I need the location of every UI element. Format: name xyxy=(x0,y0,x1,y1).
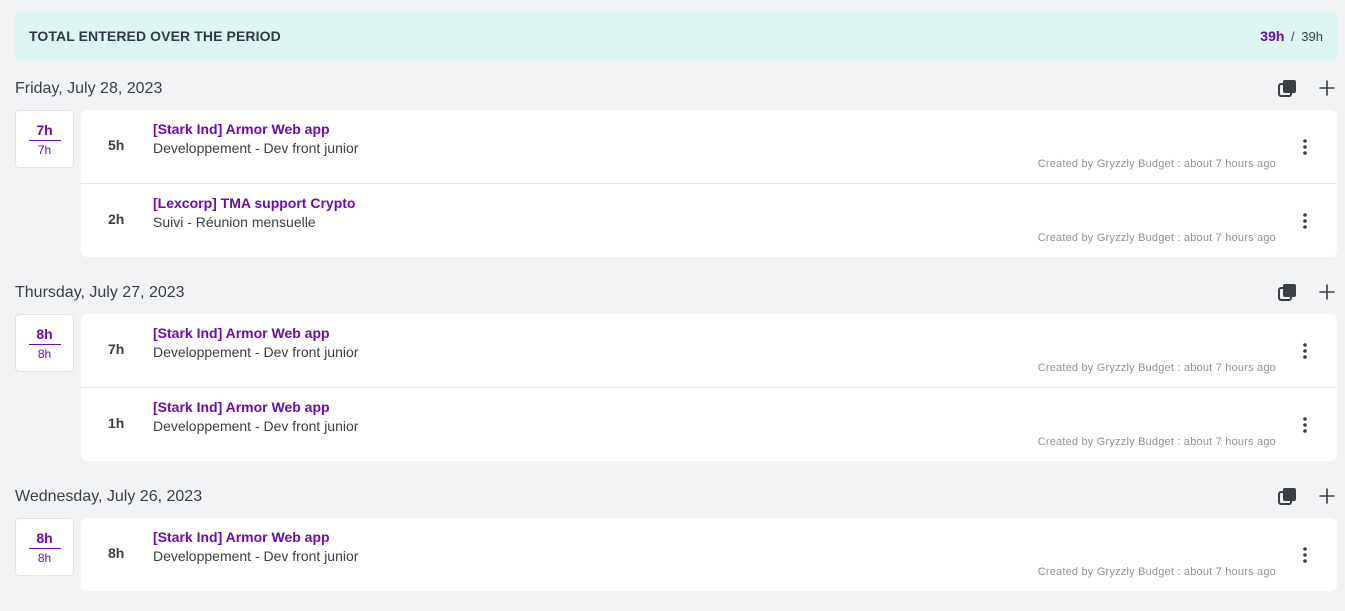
day-group: Thursday, July 27, 2023 8h 8h 7h [Stark … xyxy=(15,274,1337,461)
entry-hours: 5h xyxy=(108,137,125,153)
day-entered-hours: 8h xyxy=(36,326,53,342)
day-total-badge: 8h 8h xyxy=(15,518,74,576)
period-total-expected: 39h xyxy=(1301,29,1323,44)
entry-hours: 8h xyxy=(108,545,125,561)
duplicate-icon[interactable] xyxy=(1277,486,1297,506)
more-vertical-icon[interactable] xyxy=(1295,545,1315,565)
entry-project[interactable]: [Stark Ind] Armor Web app xyxy=(153,529,330,545)
entry-created-by: Created by Gryzzly Budget : about 7 hour… xyxy=(1037,362,1276,374)
day-actions xyxy=(1277,282,1337,302)
entry-project[interactable]: [Lexcorp] TMA support Crypto xyxy=(153,195,355,211)
entry-project[interactable]: [Stark Ind] Armor Web app xyxy=(153,399,330,415)
plus-icon[interactable] xyxy=(1317,282,1337,302)
entry-task: Developpement - Dev front junior xyxy=(153,548,359,564)
plus-icon[interactable] xyxy=(1317,78,1337,98)
entry-created-by: Created by Gryzzly Budget : about 7 hour… xyxy=(1037,566,1276,578)
badge-divider xyxy=(28,140,61,141)
entry-hours: 7h xyxy=(108,341,125,357)
entry-hours: 2h xyxy=(108,211,125,227)
day-header: Wednesday, July 26, 2023 xyxy=(15,478,1337,518)
day-entries: 7h [Stark Ind] Armor Web app Developpeme… xyxy=(81,314,1337,461)
day-actions xyxy=(1277,486,1337,506)
entry-created-by: Created by Gryzzly Budget : about 7 hour… xyxy=(1037,436,1276,448)
more-vertical-icon[interactable] xyxy=(1295,211,1315,231)
day-expected-hours: 8h xyxy=(37,347,52,361)
period-total-entered: 39h xyxy=(1260,28,1285,44)
entry-project[interactable]: [Stark Ind] Armor Web app xyxy=(153,121,330,137)
day-group: Friday, July 28, 2023 7h 7h 5h [Stark In… xyxy=(15,70,1337,257)
plus-icon[interactable] xyxy=(1317,486,1337,506)
day-total-badge: 8h 8h xyxy=(15,314,74,372)
day-expected-hours: 8h xyxy=(37,551,52,565)
more-vertical-icon[interactable] xyxy=(1295,415,1315,435)
day-date: Friday, July 28, 2023 xyxy=(15,80,163,97)
day-date: Wednesday, July 26, 2023 xyxy=(15,488,203,505)
time-entry[interactable]: 1h [Stark Ind] Armor Web app Developpeme… xyxy=(81,388,1337,461)
entry-hours: 1h xyxy=(108,415,125,431)
entry-project[interactable]: [Stark Ind] Armor Web app xyxy=(153,325,330,341)
more-vertical-icon[interactable] xyxy=(1295,137,1315,157)
badge-divider xyxy=(28,548,61,549)
day-actions xyxy=(1277,78,1337,98)
time-entry[interactable]: 2h [Lexcorp] TMA support Crypto Suivi - … xyxy=(81,184,1337,257)
day-date: Thursday, July 27, 2023 xyxy=(15,284,185,301)
entry-task: Developpement - Dev front junior xyxy=(153,344,359,360)
more-vertical-icon[interactable] xyxy=(1295,341,1315,361)
day-entries: 8h [Stark Ind] Armor Web app Developpeme… xyxy=(81,518,1337,591)
time-entry[interactable]: 5h [Stark Ind] Armor Web app Developpeme… xyxy=(81,110,1337,184)
time-entry[interactable]: 8h [Stark Ind] Armor Web app Developpeme… xyxy=(81,518,1337,591)
day-header: Friday, July 28, 2023 xyxy=(15,70,1337,110)
period-total-value: 39h / 39h xyxy=(1260,28,1323,44)
day-header: Thursday, July 27, 2023 xyxy=(15,274,1337,314)
duplicate-icon[interactable] xyxy=(1277,78,1297,98)
day-entered-hours: 8h xyxy=(36,530,53,546)
period-total-banner: TOTAL ENTERED OVER THE PERIOD 39h / 39h xyxy=(15,11,1337,61)
day-entries: 5h [Stark Ind] Armor Web app Developpeme… xyxy=(81,110,1337,257)
day-group: Wednesday, July 26, 2023 8h 8h 8h [Stark… xyxy=(15,478,1337,591)
entry-task: Developpement - Dev front junior xyxy=(153,418,359,434)
entry-task: Suivi - Réunion mensuelle xyxy=(153,214,316,230)
day-entered-hours: 7h xyxy=(36,122,53,138)
time-entry[interactable]: 7h [Stark Ind] Armor Web app Developpeme… xyxy=(81,314,1337,388)
entry-created-by: Created by Gryzzly Budget : about 7 hour… xyxy=(1037,158,1276,170)
entry-task: Developpement - Dev front junior xyxy=(153,140,359,156)
duplicate-icon[interactable] xyxy=(1277,282,1297,302)
entry-created-by: Created by Gryzzly Budget : about 7 hour… xyxy=(1037,232,1276,244)
badge-divider xyxy=(28,344,61,345)
period-total-separator: / xyxy=(1291,29,1295,44)
day-expected-hours: 7h xyxy=(37,143,52,157)
day-total-badge: 7h 7h xyxy=(15,110,74,168)
period-total-label: TOTAL ENTERED OVER THE PERIOD xyxy=(29,28,281,44)
